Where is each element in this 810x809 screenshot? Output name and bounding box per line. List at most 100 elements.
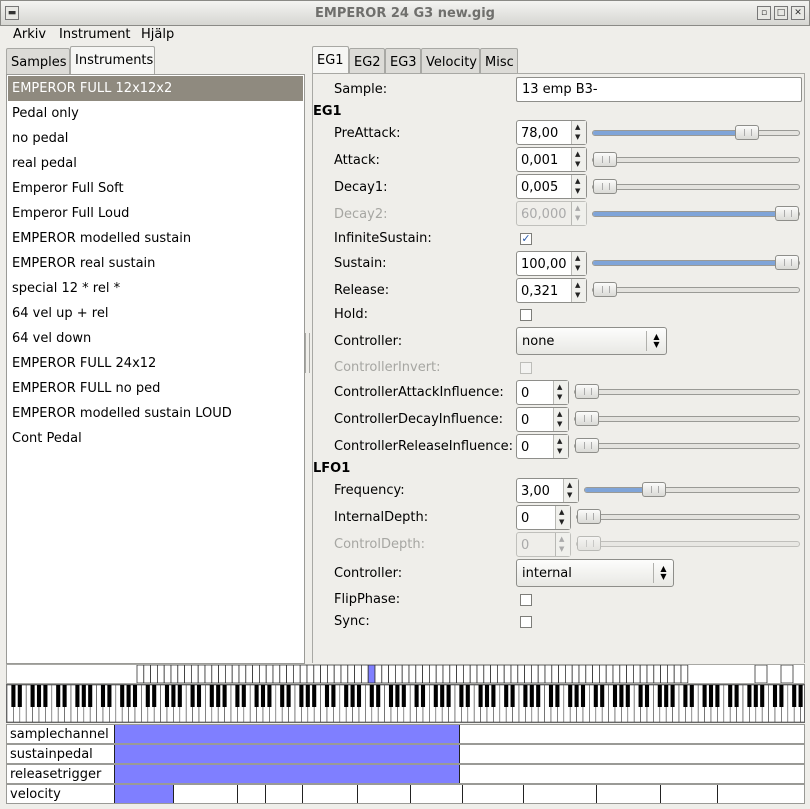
sustain-slider[interactable] [592, 255, 800, 270]
tab-misc[interactable]: Misc [480, 48, 518, 74]
dimension-zone[interactable] [596, 785, 660, 803]
dimension-zone[interactable] [173, 785, 237, 803]
dimension-zone[interactable] [114, 785, 173, 803]
minimize-button[interactable]: ▫ [757, 6, 771, 20]
dimension-zone[interactable] [523, 785, 596, 803]
tab-eg2[interactable]: EG2 [349, 48, 385, 74]
spin-arrows-icon[interactable]: ▲ ▼ [563, 479, 578, 502]
spin-arrows-icon[interactable]: ▲ ▼ [553, 381, 568, 404]
instrument-list-item[interactable]: EMPEROR real sustain [8, 251, 303, 276]
frequency-spinbox[interactable]: 3,00 ▲ ▼ [516, 478, 579, 503]
slider-thumb[interactable] [577, 509, 601, 524]
dimension-row-releasetrigger[interactable]: releasetrigger [6, 764, 805, 784]
slider-thumb[interactable] [593, 282, 617, 297]
release-influence-slider[interactable] [574, 438, 800, 453]
instrument-list-item[interactable]: EMPEROR modelled sustain [8, 226, 303, 251]
instrument-list-item[interactable]: Emperor Full Soft [8, 176, 303, 201]
sync-checkbox[interactable] [520, 616, 532, 628]
spin-arrows-icon[interactable]: ▲ ▼ [571, 175, 586, 198]
dimension-row-samplechannel[interactable]: samplechannel [6, 724, 805, 744]
dimension-zone[interactable] [459, 745, 804, 763]
dimension-zone[interactable] [114, 725, 459, 743]
preattack-slider[interactable] [592, 125, 800, 140]
maximize-button[interactable]: □ [774, 6, 788, 20]
internal-depth-slider[interactable] [576, 509, 800, 524]
spin-arrows-icon[interactable]: ▲ ▼ [555, 506, 570, 529]
dimension-zone[interactable] [717, 785, 804, 803]
internal-depth-spinbox[interactable]: 0 ▲ ▼ [516, 505, 571, 530]
lfo-controller-select[interactable]: internal ▲ ▼ [516, 559, 674, 587]
dimension-zone[interactable] [302, 785, 357, 803]
slider-thumb[interactable] [642, 482, 666, 497]
instrument-list-item[interactable]: EMPEROR modelled sustain LOUD [8, 401, 303, 426]
tab-velocity[interactable]: Velocity [421, 48, 480, 74]
tab-instruments[interactable]: Instruments [70, 46, 155, 74]
controller-select[interactable]: none ▲ ▼ [516, 327, 667, 355]
release-influence-spinbox[interactable]: 0 ▲ ▼ [516, 434, 569, 459]
slider-thumb[interactable] [575, 411, 599, 426]
frequency-slider[interactable] [584, 482, 800, 497]
slider-thumb[interactable] [775, 206, 799, 221]
dimension-row-velocity[interactable]: velocity [6, 784, 805, 804]
instrument-list-item[interactable]: EMPEROR FULL no ped [8, 376, 303, 401]
slider-thumb[interactable] [575, 384, 599, 399]
sample-field[interactable]: 13 emp B3- [516, 77, 802, 102]
dimension-zone[interactable] [410, 785, 462, 803]
instrument-list-item[interactable]: Pedal only [8, 101, 303, 126]
spin-arrows-icon[interactable]: ▲ ▼ [571, 121, 586, 144]
spin-arrows-icon[interactable]: ▲ ▼ [553, 435, 568, 458]
instrument-list-item[interactable]: EMPEROR FULL 24x12 [8, 351, 303, 376]
spin-arrows-icon[interactable]: ▲ ▼ [553, 408, 568, 431]
decay1-slider[interactable] [592, 179, 800, 194]
piano-keyboard[interactable] [6, 684, 805, 723]
infinite-sustain-checkbox[interactable]: ✓ [520, 233, 532, 245]
slider-thumb[interactable] [593, 152, 617, 167]
spin-arrows-icon[interactable]: ▲ ▼ [571, 279, 586, 302]
instrument-list-item[interactable]: real pedal [8, 151, 303, 176]
preattack-spinbox[interactable]: 78,00 ▲ ▼ [516, 120, 587, 145]
dimension-zone[interactable] [265, 785, 302, 803]
slider-thumb[interactable] [735, 125, 759, 140]
tab-eg3[interactable]: EG3 [385, 48, 421, 74]
slider-thumb[interactable] [775, 255, 799, 270]
panel-splitter[interactable] [305, 333, 310, 373]
decay-influence-spinbox[interactable]: 0 ▲ ▼ [516, 407, 569, 432]
attack-spinbox[interactable]: 0,001 ▲ ▼ [516, 147, 587, 172]
hold-checkbox[interactable] [520, 309, 532, 321]
dimension-zone[interactable] [114, 765, 459, 783]
spin-arrows-icon[interactable]: ▲ ▼ [571, 148, 586, 171]
dimension-zone[interactable] [459, 725, 804, 743]
instrument-list-item[interactable]: 64 vel up + rel [8, 301, 303, 326]
dimension-zone[interactable] [462, 785, 523, 803]
dimension-zone[interactable] [237, 785, 265, 803]
decay-influence-slider[interactable] [574, 411, 800, 426]
dimension-zone[interactable] [357, 785, 410, 803]
dimension-row-sustainpedal[interactable]: sustainpedal [6, 744, 805, 764]
tab-eg1[interactable]: EG1 [312, 46, 349, 74]
tab-samples[interactable]: Samples [6, 48, 70, 74]
instrument-list-item[interactable]: Cont Pedal [8, 426, 303, 451]
release-spinbox[interactable]: 0,321 ▲ ▼ [516, 278, 587, 303]
slider-thumb[interactable] [593, 179, 617, 194]
attack-influence-slider[interactable] [574, 384, 800, 399]
dimension-zone[interactable] [459, 765, 804, 783]
attack-influence-spinbox[interactable]: 0 ▲ ▼ [516, 380, 569, 405]
sustain-spinbox[interactable]: 100,00 ▲ ▼ [516, 251, 587, 276]
spin-arrows-icon[interactable]: ▲ ▼ [571, 252, 586, 275]
menu-instrument[interactable]: Instrument [59, 27, 131, 42]
slider-thumb[interactable] [575, 438, 599, 453]
attack-slider[interactable] [592, 152, 800, 167]
flip-phase-checkbox[interactable] [520, 594, 532, 606]
instrument-list-item[interactable]: Emperor Full Loud [8, 201, 303, 226]
region-bar[interactable] [6, 664, 805, 684]
dimension-zone[interactable] [114, 745, 459, 763]
slider-thumb[interactable] [577, 536, 601, 551]
instrument-list-item[interactable]: 64 vel down [8, 326, 303, 351]
dimension-zone[interactable] [660, 785, 717, 803]
release-slider[interactable] [592, 282, 800, 297]
decay1-spinbox[interactable]: 0,005 ▲ ▼ [516, 174, 587, 199]
instrument-list-item[interactable]: special 12 * rel * [8, 276, 303, 301]
menu-hjalp[interactable]: Hjälp [141, 27, 174, 42]
instrument-list-item[interactable]: no pedal [8, 126, 303, 151]
instrument-list-item[interactable]: EMPEROR FULL 12x12x2 [8, 76, 303, 101]
